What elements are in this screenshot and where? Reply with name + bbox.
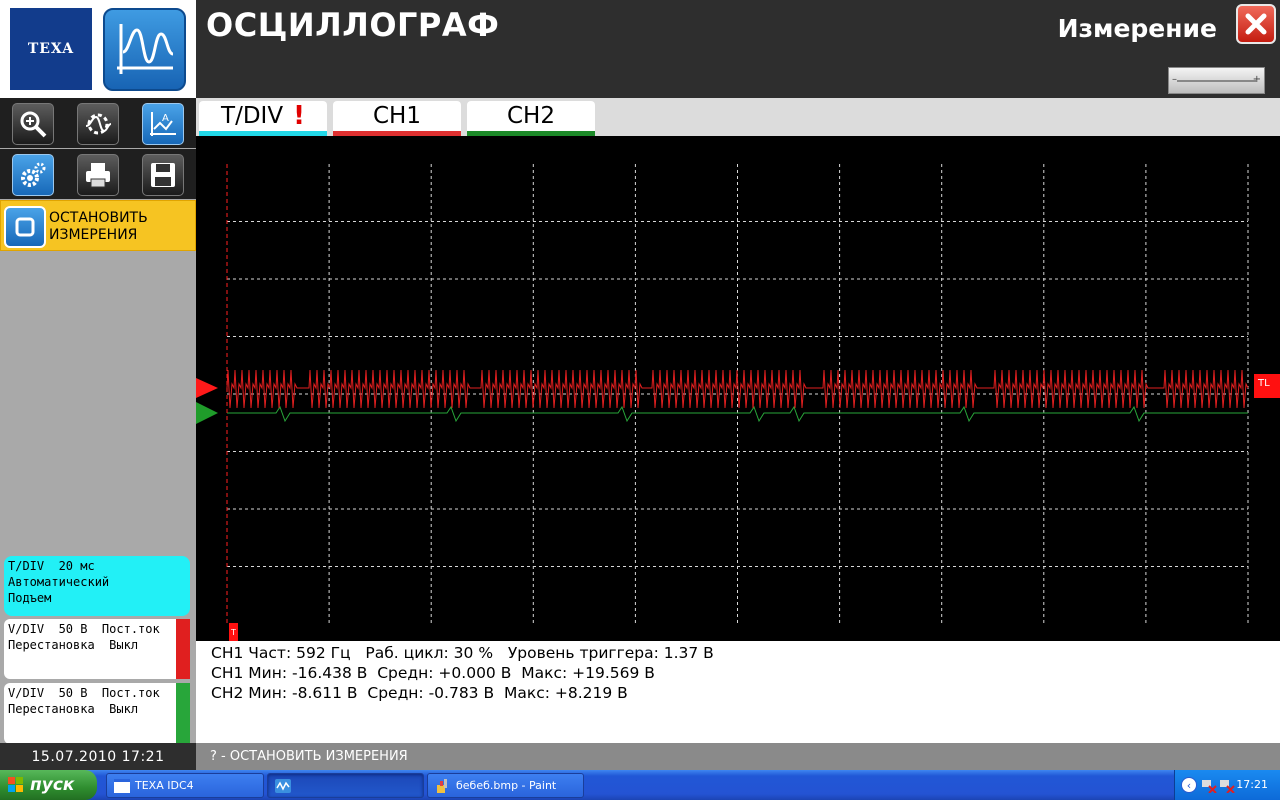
- close-button[interactable]: [1236, 4, 1276, 44]
- ch2-settings[interactable]: V/DIV 50 В Пост.ток Перестановка Выкл: [4, 683, 190, 744]
- trigger-level-label: TL: [1257, 378, 1270, 389]
- tab-tdiv[interactable]: T/DIV !: [199, 101, 327, 136]
- ch1-frequency-readout: CH1 Част: 592 Гц Раб. цикл: 30 % Уровень…: [211, 644, 714, 662]
- system-tray: ‹ 17:21: [1174, 770, 1280, 800]
- timebase-settings[interactable]: T/DIV 20 мс Автоматический Подъем: [4, 556, 190, 616]
- auto-setup-button[interactable]: [77, 103, 119, 145]
- oscilloscope-app-icon: [103, 8, 186, 91]
- zoom-plus: +: [1252, 74, 1261, 85]
- windows-taskbar: пуск TEXA IDC4 бебеб.bmp - Paint ‹ 17:21: [0, 770, 1280, 800]
- waveform-canvas: TL T: [196, 164, 1280, 641]
- app-title: ОСЦИЛЛОГРАФ: [206, 6, 500, 44]
- auto-setup-icon: [85, 113, 112, 135]
- status-line: ? - ОСТАНОВИТЬ ИЗМЕРЕНИЯ: [196, 743, 1280, 770]
- texa-logo: TEXA: [10, 8, 92, 90]
- window-icon: [114, 779, 130, 793]
- zoom-button[interactable]: [12, 103, 54, 145]
- ch1-minmax-readout: CH1 Мин: -16.438 В Средн: +0.000 В Макс:…: [211, 664, 655, 682]
- trigger-time-label: T: [230, 628, 236, 637]
- mode-label: Измерение: [1057, 14, 1217, 43]
- tab-bar: T/DIV ! CH1 CH2: [196, 98, 1280, 136]
- settings-button[interactable]: [12, 154, 54, 196]
- settings-icon: [21, 162, 46, 187]
- taskbar-item-texa[interactable]: TEXA IDC4: [106, 773, 264, 798]
- save-icon: [151, 163, 175, 187]
- taskbar-clock: 17:21: [1236, 778, 1268, 791]
- ch2-minmax-readout: CH2 Мин: -8.611 В Средн: -0.783 В Макс: …: [211, 684, 628, 702]
- network-disconnected-icon-2[interactable]: [1219, 777, 1235, 793]
- tab-ch2[interactable]: CH2: [467, 101, 595, 136]
- ch1-settings[interactable]: V/DIV 50 В Пост.ток Перестановка Выкл: [4, 619, 190, 679]
- left-panel: A ОСТАНОВИТЬ ИЗМЕРЕНИЯ T/DIV 20 мс Автом…: [0, 98, 196, 744]
- taskbar-item-oscilloscope[interactable]: [267, 773, 424, 798]
- zoom-slider[interactable]: – +: [1168, 67, 1265, 94]
- ch2-level-marker[interactable]: [196, 402, 218, 424]
- logo-area: TEXA: [0, 0, 196, 98]
- toolbar-row-2: [0, 149, 196, 199]
- measurements-panel: CH1 Част: 592 Гц Раб. цикл: 30 % Уровень…: [196, 641, 1280, 743]
- zoom-track: [1177, 80, 1256, 82]
- toolbar-row-1: A: [0, 98, 196, 148]
- ch1-level-marker[interactable]: [196, 378, 218, 398]
- paint-icon: [437, 779, 447, 793]
- header-bar: TEXA ОСЦИЛЛОГРАФ Измерение – +: [0, 0, 1280, 98]
- start-button[interactable]: пуск: [0, 770, 97, 800]
- tab-ch1[interactable]: CH1: [333, 101, 461, 136]
- ch1-waveform: [226, 369, 1249, 409]
- print-button[interactable]: [77, 154, 119, 196]
- tray-expand-icon[interactable]: ‹: [1181, 777, 1197, 793]
- windows-logo-icon: [8, 777, 23, 792]
- cursor-measure-icon: A: [150, 112, 176, 136]
- save-button[interactable]: [142, 154, 184, 196]
- close-icon: [1245, 13, 1267, 35]
- stop-measurement-button[interactable]: ОСТАНОВИТЬ ИЗМЕРЕНИЯ: [0, 200, 196, 251]
- scope-grid: [227, 164, 1249, 624]
- stop-icon: [4, 206, 46, 248]
- stop-button-label: ОСТАНОВИТЬ ИЗМЕРЕНИЯ: [49, 210, 148, 243]
- network-disconnected-icon[interactable]: [1201, 777, 1217, 793]
- oscilloscope-display[interactable]: TL T: [196, 136, 1280, 641]
- oscilloscope-small-icon: [275, 779, 291, 793]
- warning-icon: !: [293, 101, 305, 131]
- svg-text:A: A: [162, 113, 169, 124]
- taskbar-item-paint[interactable]: бебеб.bmp - Paint: [427, 773, 584, 798]
- app-window: TEXA ОСЦИЛЛОГРАФ Измерение – + A ОСТАНОВ…: [0, 0, 1280, 800]
- cursor-measure-button[interactable]: A: [142, 103, 184, 145]
- datetime-display: 15.07.2010 17:21: [0, 743, 196, 770]
- zoom-icon: [20, 111, 47, 138]
- print-icon: [86, 163, 110, 188]
